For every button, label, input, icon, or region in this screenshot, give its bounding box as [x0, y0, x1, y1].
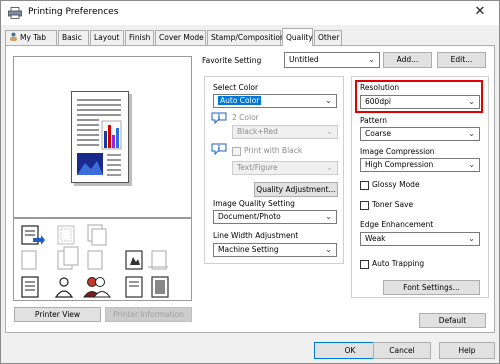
chevron-down-icon: ⌄ [468, 129, 475, 138]
print-with-black-label: Print with Black [244, 146, 303, 155]
tab-other[interactable]: Other [314, 30, 342, 45]
toner-save-checkbox[interactable] [360, 201, 369, 210]
edge-enhancement-label: Edge Enhancement [360, 220, 434, 229]
print-with-black-checkbox[interactable] [232, 147, 241, 156]
auto-trapping-checkbox[interactable] [360, 260, 369, 269]
tab-basic[interactable]: Basic [58, 30, 89, 45]
page-preview [13, 56, 192, 218]
close-button[interactable]: ✕ [465, 1, 495, 23]
image-compression-select[interactable]: High Compression ⌄ [360, 158, 480, 172]
chevron-down-icon: ⌄ [368, 55, 375, 64]
chevron-down-icon: ⌄ [326, 127, 333, 136]
printer-view-button[interactable]: Printer View [14, 307, 101, 322]
chevron-down-icon: ⌄ [468, 97, 475, 106]
tab-layout[interactable]: Layout [90, 30, 124, 45]
svg-text:i: i [218, 114, 220, 122]
cancel-button[interactable]: Cancel [373, 342, 431, 359]
default-button[interactable]: Default [419, 313, 486, 328]
favorite-setting-label: Favorite Setting [202, 56, 262, 65]
quality-adjustment-button[interactable]: Quality Adjustment... [254, 182, 338, 197]
info-icon: i [211, 112, 227, 124]
resolution-label: Resolution [360, 83, 400, 92]
chevron-down-icon: ⌄ [326, 163, 333, 172]
chevron-down-icon: ⌄ [468, 160, 475, 169]
tab-cover-mode[interactable]: Cover Mode [155, 30, 206, 45]
close-icon: ✕ [474, 4, 486, 19]
font-settings-button[interactable]: Font Settings... [383, 280, 480, 295]
page-preview-icon [71, 91, 132, 186]
tab-quality[interactable]: Quality [282, 28, 313, 46]
line-width-adjustment-select[interactable]: Machine Setting ⌄ [213, 243, 337, 257]
title-bar: Printing Preferences ✕ [1, 1, 499, 25]
add-favorite-button[interactable]: Add... [383, 52, 432, 68]
tab-my-tab[interactable]: My Tab [5, 30, 57, 45]
two-color-label: 2 Color [232, 113, 259, 122]
chevron-down-icon: ⌄ [325, 96, 332, 105]
chevron-down-icon: ⌄ [325, 212, 332, 221]
printer-information-button[interactable]: Printer Information [105, 307, 192, 322]
profile-icon [10, 32, 17, 41]
edit-favorite-button[interactable]: Edit... [437, 52, 486, 68]
chevron-down-icon: ⌄ [325, 245, 332, 254]
window-title: Printing Preferences [28, 7, 119, 17]
select-color-label: Select Color [213, 83, 259, 92]
info-icon: i [211, 143, 227, 155]
favorite-setting-select[interactable]: Untitled ⌄ [284, 52, 380, 68]
image-quality-setting-select[interactable]: Document/Photo ⌄ [213, 210, 337, 224]
quality-tab-panel: Printer View Printer Information Favorit… [5, 45, 495, 333]
auto-trapping-label: Auto Trapping [372, 259, 425, 268]
status-icon-panel [13, 218, 192, 301]
help-button[interactable]: Help [439, 342, 495, 359]
glossy-mode-label: Glossy Mode [372, 180, 420, 189]
resolution-select[interactable]: 600dpi ⌄ [360, 95, 480, 109]
printing-preferences-window: Printing Preferences ✕ My Tab Basic Layo… [0, 0, 500, 364]
status-icons [21, 224, 169, 298]
tab-finish[interactable]: Finish [125, 30, 154, 45]
tab-stamp-composition[interactable]: Stamp/Composition [207, 30, 285, 45]
printer-icon [8, 7, 22, 19]
select-color-select[interactable]: Auto Color ⌄ [213, 94, 337, 108]
chevron-down-icon: ⌄ [468, 234, 475, 243]
image-quality-setting-label: Image Quality Setting [213, 199, 295, 208]
pattern-label: Pattern [360, 116, 387, 125]
toner-save-label: Toner Save [372, 200, 414, 209]
pattern-select[interactable]: Coarse ⌄ [360, 127, 480, 141]
svg-text:i: i [218, 145, 220, 153]
text-figure-select[interactable]: Text/Figure ⌄ [232, 161, 338, 175]
edge-enhancement-select[interactable]: Weak ⌄ [360, 232, 480, 246]
two-color-select[interactable]: Black+Red ⌄ [232, 125, 338, 139]
glossy-mode-checkbox[interactable] [360, 181, 369, 190]
image-compression-label: Image Compression [360, 147, 435, 156]
line-width-adjustment-label: Line Width Adjustment [213, 231, 299, 240]
